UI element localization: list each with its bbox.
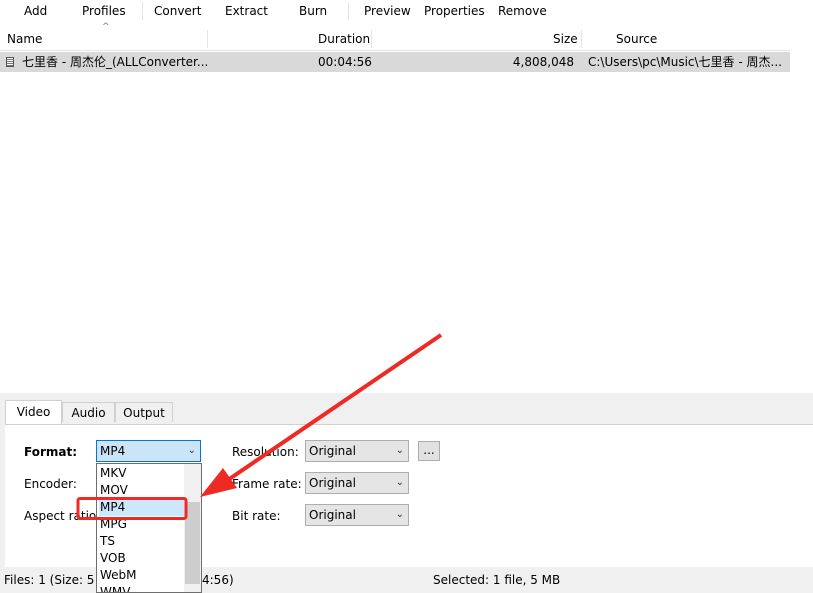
resolution-label: Resolution: [232,445,299,459]
frame-rate-select-value: Original [309,476,356,490]
file-name: 七里香 - 周杰伦_(ALLConverter... [22,55,208,69]
file-size: 4,808,048 [512,55,574,69]
tab-output[interactable]: Output [115,402,173,422]
preview-button[interactable]: Preview [364,0,411,22]
file-row[interactable]: 七里香 - 周杰伦_(ALLConverter... 00:04:56 4,80… [0,52,790,72]
format-option-webm[interactable]: WebM [99,567,184,584]
convert-button[interactable]: Convert [154,0,201,22]
status-files-info: Files: 1 (Size: 5 M [4,573,109,587]
file-duration: 00:04:56 [318,55,372,69]
chevron-down-icon: ⌄ [395,477,404,488]
status-files-info-tail: 4:56) [202,573,234,587]
toolbar-separator [142,2,143,20]
file-icon [6,57,14,67]
format-dropdown-list[interactable]: MKV MOV MP4 MPG TS VOB WebM WMV [96,463,202,593]
status-selection-info: Selected: 1 file, 5 MB [433,573,561,587]
column-header-size[interactable]: Size [553,28,578,50]
chevron-down-icon: ⌄ [187,445,196,456]
properties-button[interactable]: Properties [424,0,485,22]
sort-up-icon: ^ [102,22,110,32]
bit-rate-select-value: Original [309,508,356,522]
dropdown-scrollbar-thumb[interactable] [185,502,200,584]
remove-button[interactable]: Remove [498,0,547,22]
resolution-select-value: Original [309,444,356,458]
chevron-down-icon: ⌄ [395,445,404,456]
file-list-header: Name ^ Duration Size Source [0,22,790,51]
chevron-down-icon: ⌄ [395,509,404,520]
toolbar-separator [348,2,349,20]
column-divider[interactable] [371,30,372,48]
format-select-value: MP4 [100,444,126,458]
column-header-duration[interactable]: Duration [318,28,370,50]
bit-rate-select[interactable]: Original ⌄ [305,504,409,526]
dropdown-scrollbar[interactable] [184,464,201,592]
tab-video[interactable]: Video [5,400,62,424]
encoder-label: Encoder: [24,477,77,491]
aspect-ratio-label: Aspect ratio: [24,509,101,523]
format-option-wmv[interactable]: WMV [99,584,184,592]
resolution-select[interactable]: Original ⌄ [305,440,409,462]
format-label: Format: [24,445,78,459]
column-divider[interactable] [581,30,582,48]
format-option-ts[interactable]: TS [99,533,184,550]
file-source: C:\Users\pc\Music\七里香 - 周杰... [588,55,782,69]
toolbar: Add Profiles Convert Extract Burn Previe… [0,0,813,24]
format-option-mpg[interactable]: MPG [99,516,184,533]
frame-rate-label: Frame rate: [232,477,302,491]
burn-button[interactable]: Burn [299,0,327,22]
profiles-button[interactable]: Profiles [82,0,126,22]
format-select[interactable]: MP4 ⌄ [96,440,201,462]
extract-button[interactable]: Extract [225,0,268,22]
add-button[interactable]: Add [24,0,47,22]
column-header-source[interactable]: Source [616,28,657,50]
format-option-mp4[interactable]: MP4 [99,499,184,516]
resolution-more-button[interactable]: ... [418,441,440,461]
format-option-mov[interactable]: MOV [99,482,184,499]
frame-rate-select[interactable]: Original ⌄ [305,472,409,494]
format-option-vob[interactable]: VOB [99,550,184,567]
tab-audio[interactable]: Audio [62,402,115,422]
bit-rate-label: Bit rate: [232,509,281,523]
format-option-mkv[interactable]: MKV [99,465,184,482]
column-divider[interactable] [207,30,208,48]
column-header-name[interactable]: Name [7,28,42,50]
